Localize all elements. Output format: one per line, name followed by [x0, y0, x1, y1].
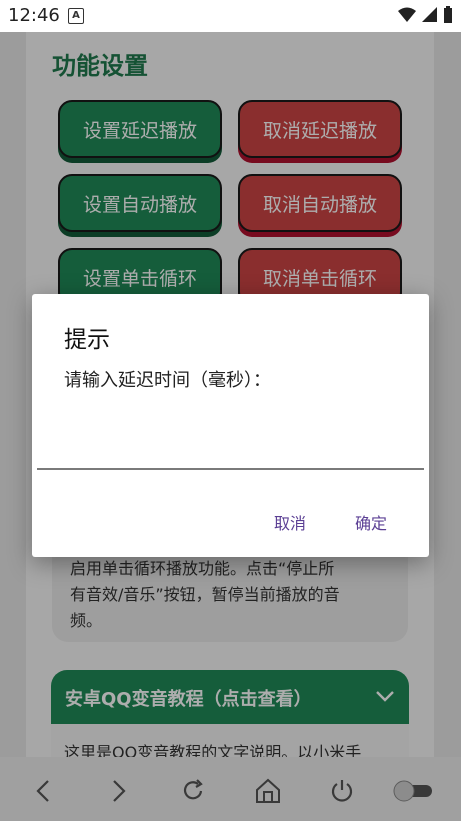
- battery-icon: [444, 6, 452, 23]
- dialog-title: 提示: [64, 327, 110, 353]
- notification-icon: A: [68, 8, 84, 24]
- status-bar: 12:46 A: [0, 0, 461, 32]
- system-icons: [398, 6, 453, 24]
- dialog-message: 请输入延迟时间（毫秒）：: [64, 370, 271, 391]
- dialog-cancel-button[interactable]: 取消: [274, 510, 306, 534]
- delay-input-dialog: 提示 请输入延迟时间（毫秒）： 取消 确定: [32, 294, 429, 557]
- signal-icon: [422, 7, 437, 22]
- delay-time-input[interactable]: [37, 404, 424, 470]
- status-time: 12:46: [8, 5, 60, 26]
- dialog-confirm-button[interactable]: 确定: [355, 510, 387, 534]
- wifi-icon: [398, 7, 416, 22]
